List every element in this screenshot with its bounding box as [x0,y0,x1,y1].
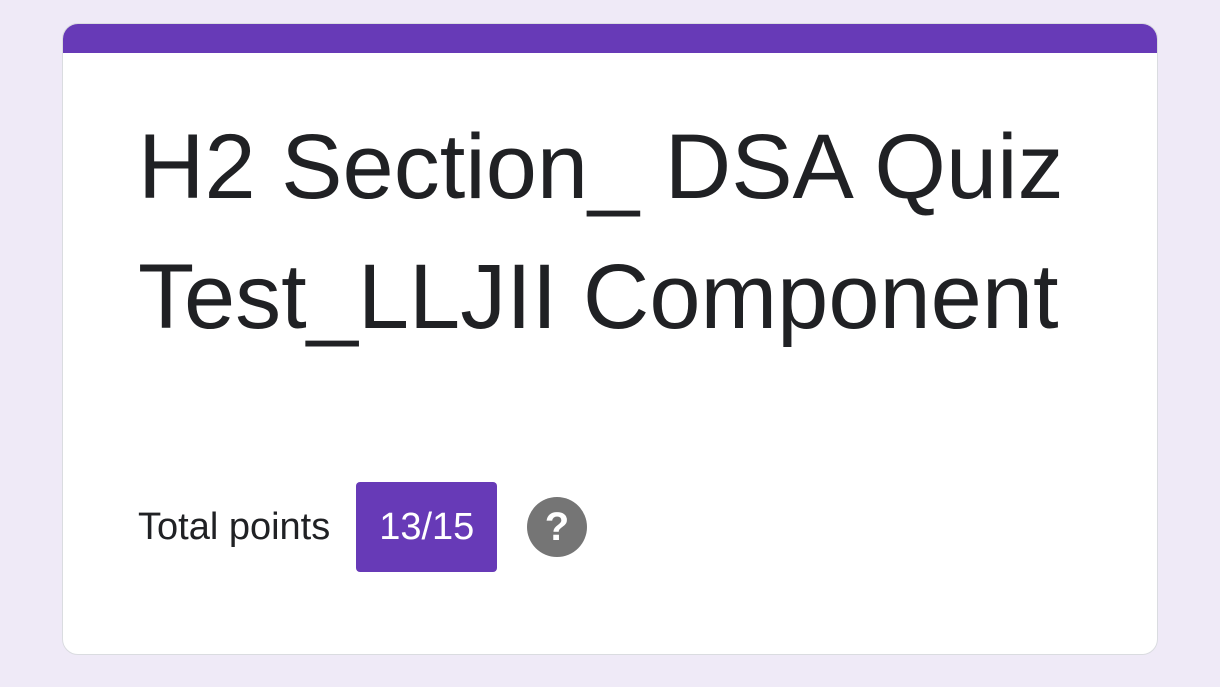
form-header-card: H2 Section_ DSA Quiz Test_LLJII Componen… [62,23,1158,655]
help-icon-glyph: ? [545,505,569,549]
form-title: H2 Section_ DSA Quiz Test_LLJII Componen… [138,116,1064,348]
score-badge: 13/15 [356,482,498,572]
total-points-row: Total points 13/15 ? [138,482,588,572]
total-points-label: Total points [138,505,331,548]
help-circle-icon[interactable]: ? [527,497,588,557]
accent-bar [63,24,1157,53]
